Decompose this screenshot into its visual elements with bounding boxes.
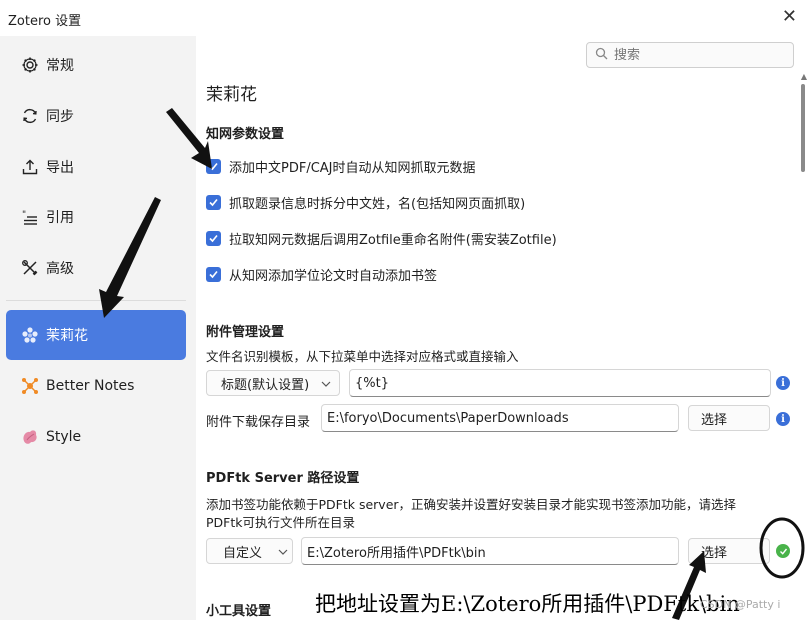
cnki-option-thesis-bookmarks[interactable]: 从知网添加学位论文时自动添加书签 bbox=[206, 265, 437, 284]
sidebar-item-style[interactable]: Style bbox=[6, 412, 186, 462]
checkbox-checked-icon[interactable] bbox=[206, 195, 221, 210]
pdftk-mode-select[interactable]: 自定义 bbox=[206, 538, 293, 564]
search-box[interactable] bbox=[586, 42, 794, 68]
input-value: E:\Zotero所用插件\PDFtk\bin bbox=[307, 545, 486, 561]
sync-icon bbox=[20, 106, 40, 126]
checkbox-checked-icon[interactable] bbox=[206, 159, 221, 174]
scroll-up-arrow-icon[interactable]: ▲ bbox=[801, 72, 807, 81]
sidebar-divider bbox=[6, 300, 186, 301]
sidebar-item-better-notes[interactable]: Better Notes bbox=[6, 361, 186, 411]
search-input[interactable] bbox=[612, 46, 786, 64]
cnki-option-split-names[interactable]: 抓取题录信息时拆分中文姓，名(包括知网页面抓取) bbox=[206, 193, 525, 212]
attachments-section-heading: 附件管理设置 bbox=[206, 325, 285, 340]
filename-template-input[interactable]: {%t} bbox=[349, 369, 771, 397]
settings-pane: ▲ 茉莉花 知网参数设置 添加中文PDF/CAJ时自动从知网抓取元数据 抓取题录… bbox=[196, 36, 807, 620]
cnki-section-heading: 知网参数设置 bbox=[206, 127, 285, 142]
chevron-down-icon bbox=[278, 544, 288, 559]
sidebar-item-general[interactable]: 常规 bbox=[6, 40, 186, 90]
input-value: E:\foryo\Documents\PaperDownloads bbox=[327, 410, 569, 426]
style-icon bbox=[20, 427, 40, 447]
sidebar-item-advanced[interactable]: 高级 bbox=[6, 243, 186, 293]
gear-icon bbox=[20, 55, 40, 75]
sidebar-item-label: Style bbox=[46, 429, 82, 445]
cnki-option-auto-fetch[interactable]: 添加中文PDF/CAJ时自动从知网抓取元数据 bbox=[206, 157, 476, 176]
sidebar-item-label: 同步 bbox=[46, 109, 74, 125]
sidebar-item-label: 引用 bbox=[46, 210, 74, 226]
svg-text:": " bbox=[22, 210, 26, 220]
pdftk-description-line1: 添加书签功能依赖于PDFtk server，正确安装并设置好安装目录才能实现书签… bbox=[206, 497, 737, 512]
input-value: {%t} bbox=[355, 375, 389, 391]
close-icon[interactable]: ✕ bbox=[782, 6, 797, 27]
cite-icon: " bbox=[20, 207, 40, 227]
download-dir-input[interactable]: E:\foryo\Documents\PaperDownloads bbox=[321, 404, 679, 432]
tools-icon bbox=[20, 258, 40, 278]
better-notes-icon bbox=[20, 376, 40, 396]
button-label: 选择 bbox=[701, 545, 728, 561]
sidebar-item-label: Better Notes bbox=[46, 378, 135, 394]
sidebar-item-export[interactable]: 导出 bbox=[6, 142, 186, 192]
search-icon bbox=[595, 47, 608, 64]
checkbox-checked-icon[interactable] bbox=[206, 231, 221, 246]
check-ok-icon bbox=[776, 544, 790, 558]
checkbox-checked-icon[interactable] bbox=[206, 267, 221, 282]
checkbox-label: 从知网添加学位论文时自动添加书签 bbox=[229, 269, 438, 284]
pdftk-path-input[interactable]: E:\Zotero所用插件\PDFtk\bin bbox=[301, 537, 679, 565]
export-icon bbox=[20, 157, 40, 177]
watermark: CSDN @Patty i bbox=[700, 598, 781, 611]
checkbox-label: 抓取题录信息时拆分中文姓，名(包括知网页面抓取) bbox=[229, 197, 526, 212]
info-icon[interactable]: i bbox=[776, 412, 790, 426]
info-icon[interactable]: i bbox=[776, 376, 790, 390]
sidebar-item-label: 高级 bbox=[46, 261, 74, 277]
select-value: 标题(默认设置) bbox=[221, 377, 310, 393]
tools-section-heading: 小工具设置 bbox=[206, 604, 272, 619]
checkbox-label: 添加中文PDF/CAJ时自动从知网抓取元数据 bbox=[229, 161, 476, 176]
pdftk-section-heading: PDFtk Server 路径设置 bbox=[206, 471, 360, 486]
page-title: 茉莉花 bbox=[206, 85, 257, 105]
scrollbar-thumb[interactable] bbox=[801, 84, 805, 172]
jasmine-icon bbox=[20, 325, 40, 345]
sidebar-item-jasmine[interactable]: 茉莉花 bbox=[6, 310, 186, 360]
pdftk-choose-button[interactable]: 选择 bbox=[688, 538, 770, 564]
sidebar-item-cite[interactable]: " 引用 bbox=[6, 192, 186, 242]
sidebar-item-label: 导出 bbox=[46, 160, 74, 176]
title-bar: Zotero 设置 ✕ bbox=[0, 0, 807, 36]
annotation-text: 把地址设置为E:\Zotero所用插件\PDFtk\bin bbox=[315, 592, 740, 616]
sidebar-item-sync[interactable]: 同步 bbox=[6, 91, 186, 141]
attachments-description: 文件名识别模板，从下拉菜单中选择对应格式或直接输入 bbox=[206, 349, 519, 364]
button-label: 选择 bbox=[701, 412, 728, 428]
sidebar-item-label: 茉莉花 bbox=[46, 328, 88, 344]
chevron-down-icon bbox=[321, 376, 331, 391]
pdftk-description-line2: PDFtk可执行文件所在目录 bbox=[206, 515, 355, 530]
download-dir-choose-button[interactable]: 选择 bbox=[688, 405, 770, 431]
sidebar: 常规 同步 导出 " 引用 高级 茉莉花 Better Notes Style bbox=[0, 36, 196, 620]
cnki-option-zotfile-rename[interactable]: 拉取知网元数据后调用Zotfile重命名附件(需安装Zotfile) bbox=[206, 229, 557, 248]
download-dir-label: 附件下载保存目录 bbox=[206, 415, 311, 430]
checkbox-label: 拉取知网元数据后调用Zotfile重命名附件(需安装Zotfile) bbox=[229, 233, 557, 248]
select-value: 自定义 bbox=[223, 545, 263, 561]
sidebar-item-label: 常规 bbox=[46, 58, 74, 74]
filename-template-select[interactable]: 标题(默认设置) bbox=[206, 370, 340, 396]
window-title: Zotero 设置 bbox=[8, 14, 82, 29]
